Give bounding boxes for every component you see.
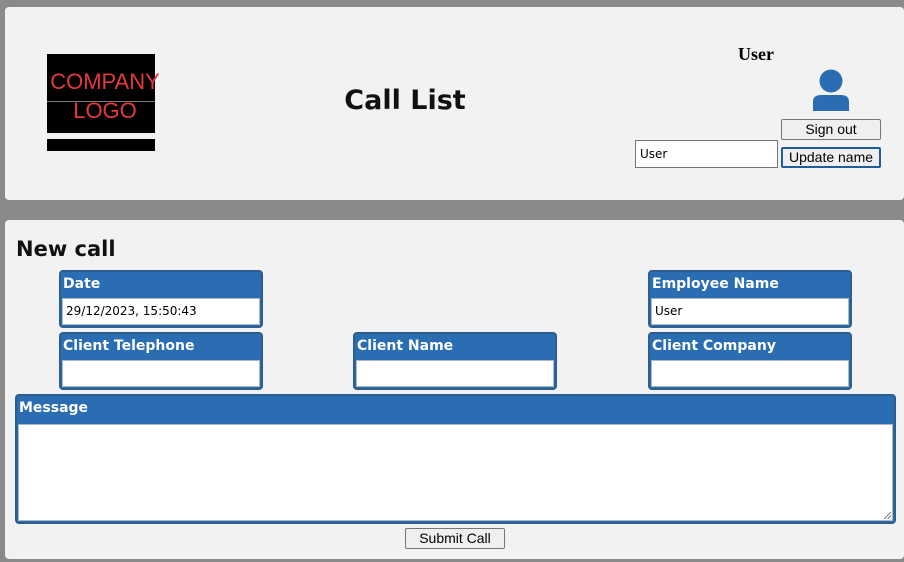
message-label: Message <box>19 400 89 416</box>
client-company-input[interactable] <box>651 360 849 387</box>
sign-out-button[interactable]: Sign out <box>781 119 881 140</box>
client-company-field: Client Company <box>648 332 852 390</box>
header-panel: COMPANY LOGO Call List User Sign out Upd… <box>5 7 904 200</box>
logo-line-1: COMPANY <box>50 69 160 94</box>
client-telephone-input[interactable] <box>62 360 260 387</box>
new-call-panel: New call Date 29/12/2023, 15:50:43 Emplo… <box>5 220 904 559</box>
user-label: User <box>738 44 774 64</box>
page-title: Call List <box>344 85 466 116</box>
client-telephone-field: Client Telephone <box>59 332 263 390</box>
message-field: Message <box>15 394 896 524</box>
client-company-label: Client Company <box>652 338 776 354</box>
logo-text: COMPANY LOGO <box>35 67 175 125</box>
client-name-input[interactable] <box>356 360 554 387</box>
date-input[interactable]: 29/12/2023, 15:50:43 <box>62 298 260 325</box>
logo-gap <box>47 133 155 139</box>
message-textarea[interactable] <box>18 424 893 521</box>
date-label: Date <box>63 276 101 292</box>
submit-call-button[interactable]: Submit Call <box>405 528 505 549</box>
resize-grip-icon[interactable] <box>883 511 891 519</box>
form-title: New call <box>16 237 116 261</box>
date-field: Date 29/12/2023, 15:50:43 <box>59 270 263 328</box>
user-avatar-icon <box>813 69 849 111</box>
logo-line-2: LOGO <box>73 98 137 123</box>
username-input[interactable] <box>635 140 778 168</box>
update-name-button[interactable]: Update name <box>781 147 881 168</box>
client-name-label: Client Name <box>357 338 454 354</box>
client-name-field: Client Name <box>353 332 557 390</box>
employee-name-input[interactable]: User <box>651 298 849 325</box>
client-telephone-label: Client Telephone <box>63 338 195 354</box>
employee-name-label: Employee Name <box>652 276 779 292</box>
employee-name-field: Employee Name User <box>648 270 852 328</box>
